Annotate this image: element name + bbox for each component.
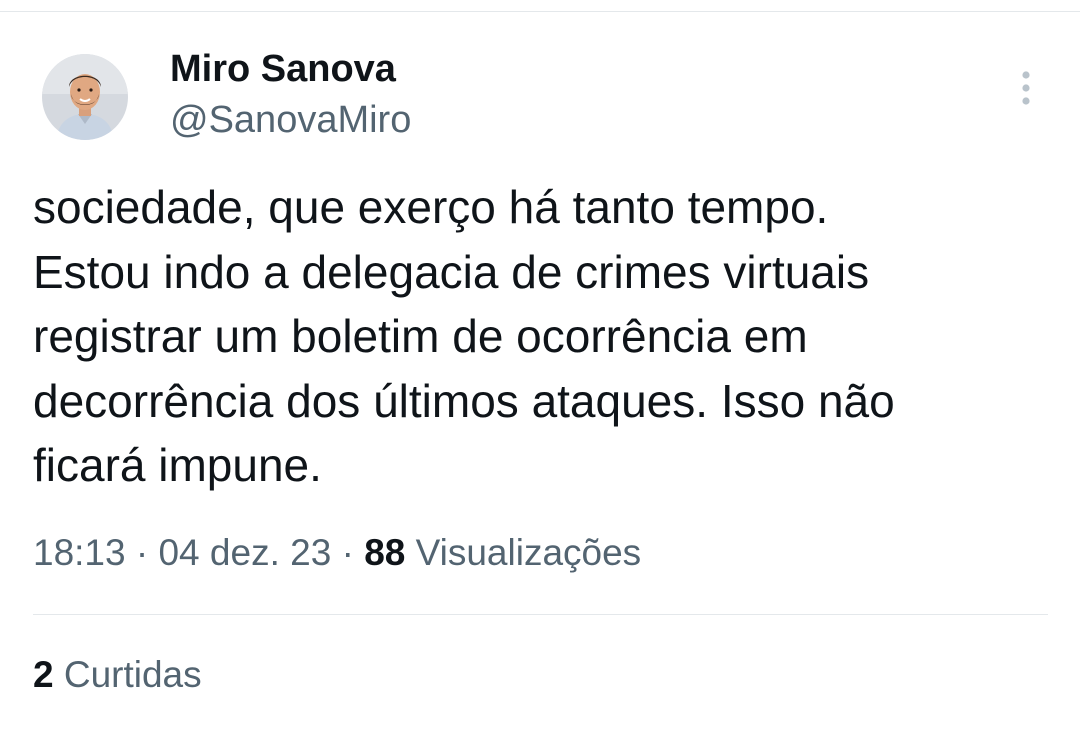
top-divider: [0, 0, 1080, 12]
tweet-text-line: sociedade, que exerço há tanto tempo.: [33, 181, 829, 233]
meta-separator: ·: [341, 532, 354, 573]
views-label: Visualizações: [415, 532, 642, 573]
tweet-text-line: Estou indo a delegacia de crimes virtuai…: [33, 245, 870, 298]
likes-count: 2: [33, 654, 54, 695]
more-options-button[interactable]: [1006, 64, 1046, 112]
tweet-text: sociedade, que exerço há tanto tempo. Es…: [33, 175, 1043, 498]
likes-label: Curtidas: [63, 654, 202, 695]
stats-divider: [33, 614, 1048, 615]
tweet-metadata: 18:13 · 04 dez. 23 · 88 Visualizações: [33, 532, 641, 574]
display-name[interactable]: Miro Sanova: [170, 48, 396, 91]
tweet-text-line: ficará impune.: [33, 439, 322, 491]
tweet-date[interactable]: 04 dez. 23: [158, 532, 331, 573]
user-handle[interactable]: @SanovaMiro: [170, 99, 411, 142]
meta-separator: ·: [135, 532, 149, 573]
more-vertical-icon: [1022, 71, 1030, 105]
likes-stat[interactable]: 2 Curtidas: [33, 654, 202, 696]
views-count: 88: [364, 532, 406, 573]
tweet-time[interactable]: 18:13: [33, 532, 126, 573]
tweet-text-line: decorrência dos últimos ataques. Isso nã…: [33, 374, 895, 427]
avatar[interactable]: [42, 54, 128, 140]
tweet-detail-screen: Miro Sanova @SanovaMiro sociedade, que e…: [0, 0, 1080, 730]
tweet-text-line: registrar um boletim de ocorrência em: [33, 310, 808, 362]
avatar-image: [42, 54, 128, 140]
